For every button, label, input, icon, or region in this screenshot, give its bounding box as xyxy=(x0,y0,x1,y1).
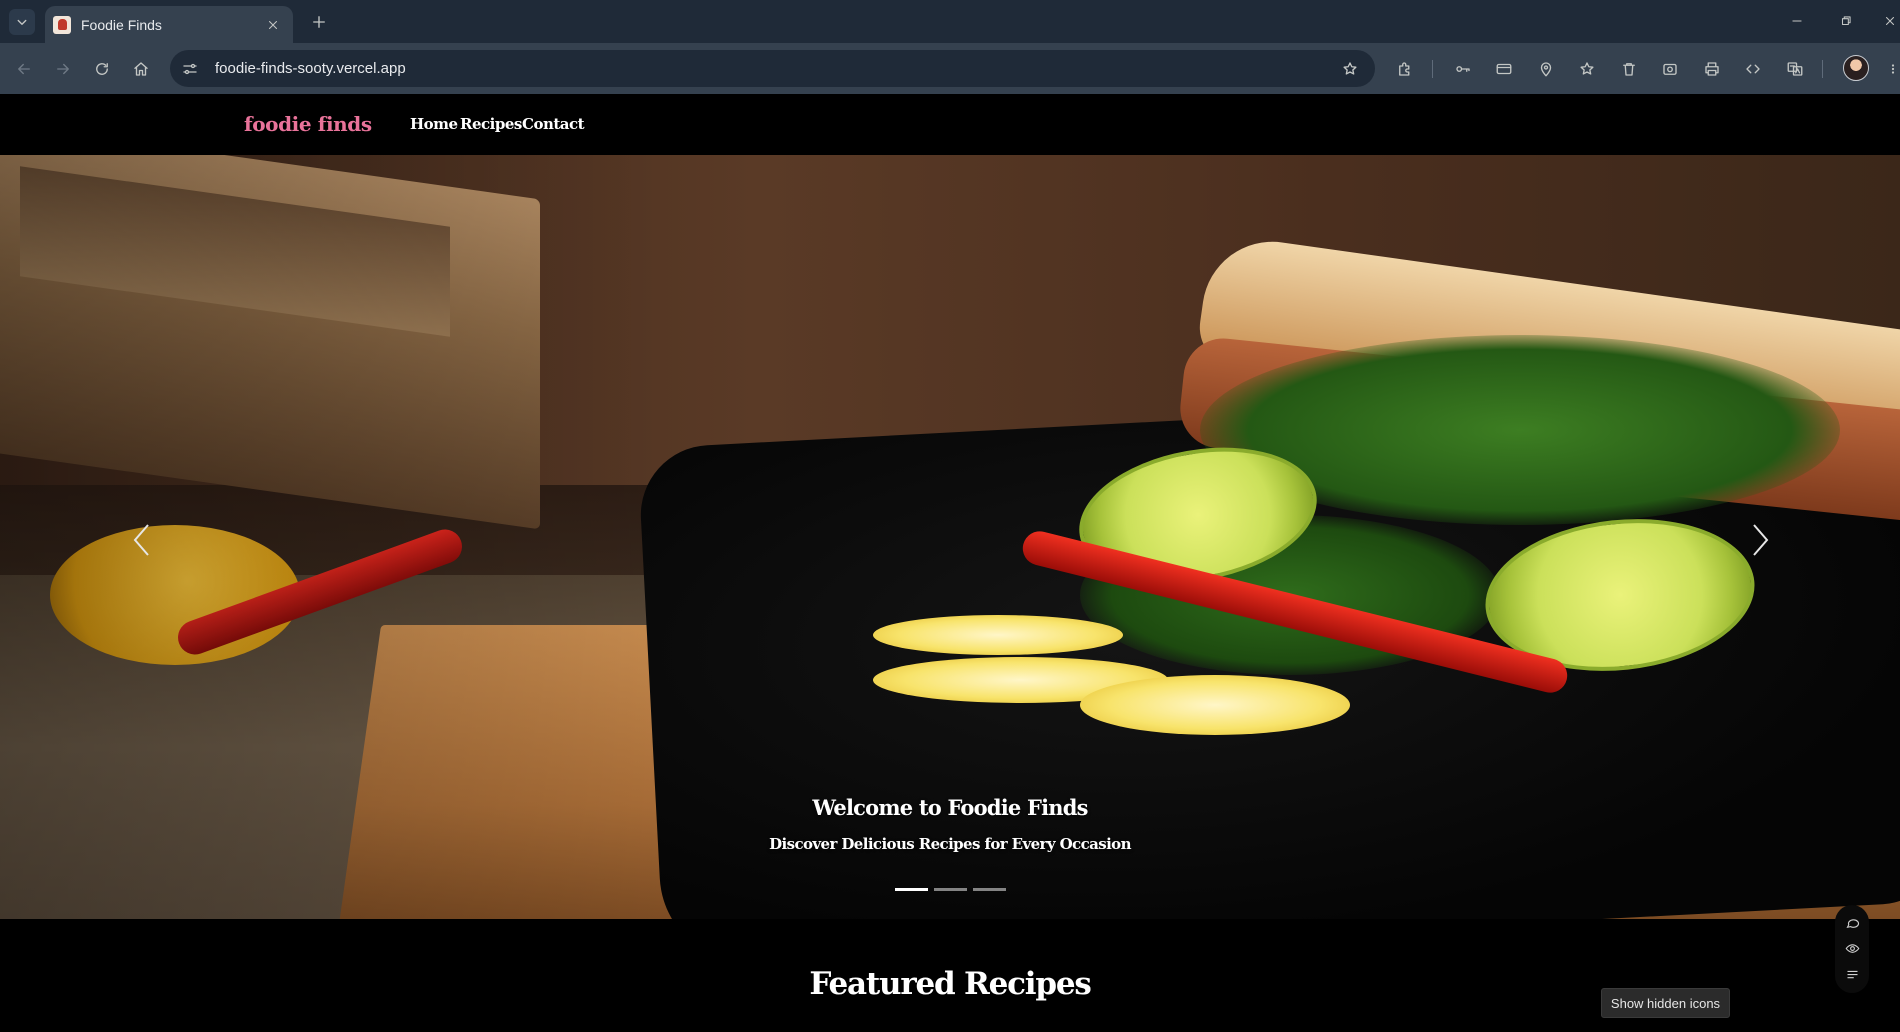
nav-link-recipes[interactable]: Recipes xyxy=(460,115,522,133)
browser-tab[interactable]: Foodie Finds xyxy=(45,6,293,43)
location-pin-icon xyxy=(1540,62,1552,77)
carousel-indicator-1[interactable] xyxy=(895,888,928,891)
screenshot-button[interactable] xyxy=(1655,54,1685,84)
arrow-left-icon xyxy=(18,63,30,75)
forward-button[interactable] xyxy=(48,54,78,84)
tune-icon xyxy=(183,63,197,74)
tab-close-button[interactable] xyxy=(263,15,283,35)
restore-icon xyxy=(1841,16,1851,26)
key-icon xyxy=(1456,66,1470,72)
hero-subtitle: Discover Delicious Recipes for Every Occ… xyxy=(769,835,1131,853)
close-icon xyxy=(268,20,278,29)
payment-methods-button[interactable] xyxy=(1489,54,1519,84)
home-icon xyxy=(134,62,148,76)
side-tools-panel xyxy=(1835,905,1869,993)
close-window-button[interactable] xyxy=(1879,8,1900,34)
reload-button[interactable] xyxy=(87,54,117,84)
chevron-right-icon xyxy=(1753,524,1769,556)
eye-icon[interactable] xyxy=(1845,941,1860,956)
plus-icon xyxy=(313,16,325,28)
reload-icon xyxy=(96,63,108,75)
star-list-icon xyxy=(1580,62,1594,75)
chat-bubble-icon[interactable] xyxy=(1845,916,1860,931)
address-bar[interactable]: foodie-finds-sooty.vercel.app xyxy=(170,50,1375,87)
translate-button[interactable] xyxy=(1780,54,1810,84)
profile-avatar[interactable] xyxy=(1843,55,1869,81)
tab-title: Foodie Finds xyxy=(81,16,162,33)
show-hidden-icons-tooltip: Show hidden icons xyxy=(1601,988,1730,1018)
carousel-indicators xyxy=(895,888,1006,891)
star-icon xyxy=(1343,61,1357,75)
browser-menu-button[interactable] xyxy=(1886,54,1900,84)
extensions-button[interactable] xyxy=(1390,54,1420,84)
address-url[interactable]: foodie-finds-sooty.vercel.app xyxy=(215,60,1335,77)
carousel-indicator-3[interactable] xyxy=(973,888,1006,891)
minimize-icon xyxy=(1792,20,1802,22)
carousel-indicator-2[interactable] xyxy=(934,888,967,891)
browser-toolbar: foodie-finds-sooty.vercel.app xyxy=(0,43,1900,94)
back-button[interactable] xyxy=(9,54,39,84)
site-info-button[interactable] xyxy=(175,54,205,84)
close-icon xyxy=(1885,16,1894,26)
trash-icon xyxy=(1623,63,1635,76)
carousel-prev-button[interactable] xyxy=(122,520,162,560)
toolbar-divider xyxy=(1432,60,1433,78)
password-manager-button[interactable] xyxy=(1448,54,1478,84)
chevron-down-icon xyxy=(17,19,27,25)
tab-list-button[interactable] xyxy=(9,9,35,35)
list-icon[interactable] xyxy=(1845,967,1860,982)
carousel-next-button[interactable] xyxy=(1740,520,1780,560)
card-icon xyxy=(1496,63,1512,75)
addresses-button[interactable] xyxy=(1531,54,1561,84)
nav-link-home[interactable]: Home xyxy=(410,115,458,133)
site-navbar: foodie finds Home Recipes Contact xyxy=(0,94,1900,155)
brand-logo-link[interactable]: foodie finds xyxy=(244,112,372,136)
chevron-left-icon xyxy=(133,524,149,556)
hero-title: Welcome to Foodie Finds xyxy=(812,795,1088,820)
toolbar-divider xyxy=(1822,60,1823,78)
screenshot-icon xyxy=(1663,63,1677,75)
delete-data-button[interactable] xyxy=(1614,54,1644,84)
restore-button[interactable] xyxy=(1831,8,1861,34)
code-icon xyxy=(1746,64,1760,74)
print-button[interactable] xyxy=(1697,54,1727,84)
hero-carousel: Welcome to Foodie Finds Discover Delicio… xyxy=(0,155,1900,919)
print-icon xyxy=(1705,62,1719,76)
site-favicon-icon xyxy=(53,15,71,34)
minimize-button[interactable] xyxy=(1782,8,1812,34)
puzzle-icon xyxy=(1399,62,1410,76)
bookmark-button[interactable] xyxy=(1335,54,1365,84)
home-button[interactable] xyxy=(126,54,156,84)
translate-icon xyxy=(1787,62,1803,76)
arrow-right-icon xyxy=(57,63,69,75)
browser-tab-strip: Foodie Finds xyxy=(0,0,1900,43)
bookmarks-list-button[interactable] xyxy=(1572,54,1602,84)
developer-tools-button[interactable] xyxy=(1738,54,1768,84)
new-tab-button[interactable] xyxy=(306,9,332,35)
nav-link-contact[interactable]: Contact xyxy=(522,115,585,133)
kebab-menu-icon xyxy=(1891,64,1895,74)
